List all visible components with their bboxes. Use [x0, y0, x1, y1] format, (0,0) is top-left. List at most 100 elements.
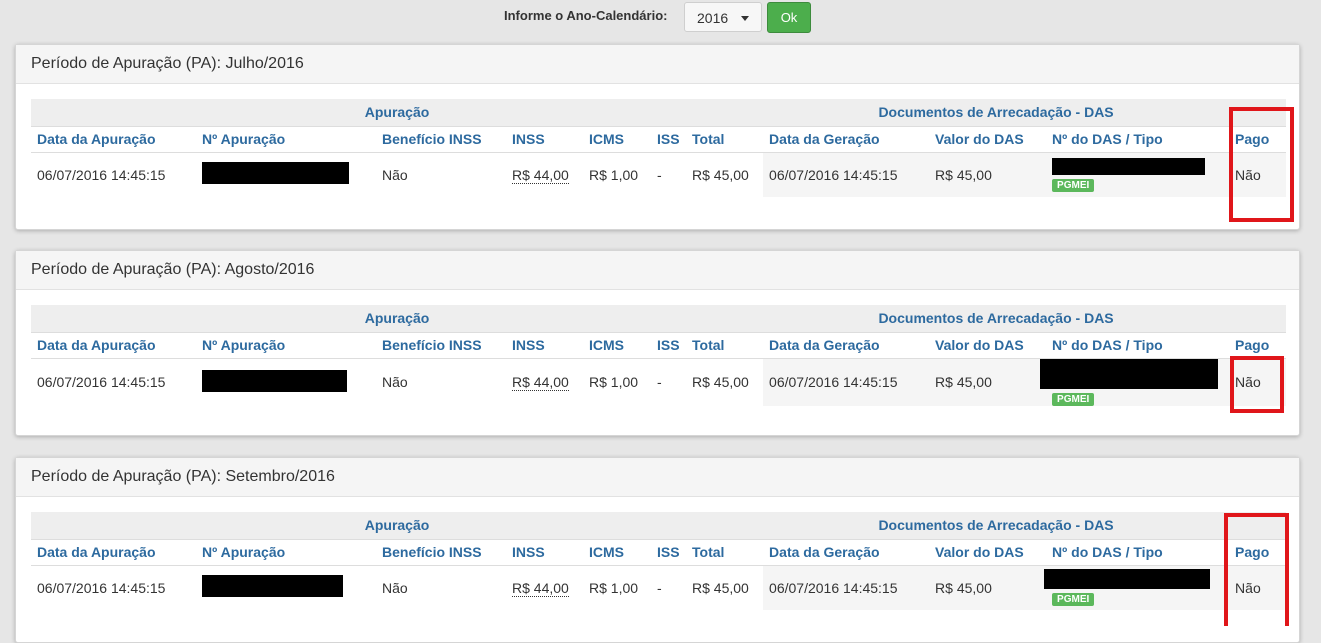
cell-inss[interactable]: R$ 44,00	[506, 357, 583, 406]
col-num-das-tipo: Nº do DAS / Tipo	[1046, 331, 1230, 358]
cell-data-apuracao: 06/07/2016 14:45:15	[31, 151, 196, 197]
table-row: 06/07/2016 14:45:15 Não R$ 44,00 R$ 1,00…	[31, 357, 1287, 406]
redacted-block	[1052, 157, 1206, 175]
caret-down-icon	[741, 16, 749, 21]
inss-value-link[interactable]: R$ 44,00	[512, 579, 569, 597]
table-row: 06/07/2016 14:45:15 Não R$ 44,00 R$ 1,00…	[31, 564, 1287, 610]
col-pago: Pago	[1229, 538, 1287, 565]
col-valor-das: Valor do DAS	[929, 125, 1047, 152]
year-select[interactable]: 2016	[684, 2, 762, 32]
col-data-apuracao: Data da Apuração	[31, 125, 196, 152]
col-total: Total	[686, 538, 764, 565]
col-beneficio-inss: Benefício INSS	[376, 538, 506, 565]
cell-num-das-tipo: PGMEI	[1040, 357, 1230, 406]
inss-value-link[interactable]: R$ 44,00	[512, 166, 569, 184]
col-beneficio-inss: Benefício INSS	[376, 125, 506, 152]
cell-iss: -	[651, 151, 686, 197]
col-data-geracao: Data da Geração	[763, 125, 930, 152]
cell-icms: R$ 1,00	[583, 357, 651, 406]
col-pago: Pago	[1229, 331, 1287, 358]
pgmei-badge: PGMEI	[1052, 392, 1095, 406]
column-header-row: Data da Apuração Nº Apuração Benefício I…	[31, 331, 1287, 358]
cell-beneficio-inss: Não	[376, 564, 506, 610]
cell-data-geracao: 06/07/2016 14:45:15	[763, 564, 930, 610]
table-row: 06/07/2016 14:45:15 Não R$ 44,00 R$ 1,00…	[31, 151, 1287, 197]
apuracao-table: Apuração Documentos de Arrecadação - DAS…	[31, 99, 1287, 197]
cell-valor-das: R$ 45,00	[929, 357, 1047, 406]
period-title: Período de Apuração (PA): Setembro/2016	[16, 458, 1299, 497]
cell-data-geracao: 06/07/2016 14:45:15	[763, 357, 930, 406]
cell-num-apuracao	[196, 357, 376, 406]
column-header-row: Data da Apuração Nº Apuração Benefício I…	[31, 125, 1287, 152]
col-num-apuracao: Nº Apuração	[196, 125, 376, 152]
col-pago: Pago	[1229, 125, 1287, 152]
cell-data-apuracao: 06/07/2016 14:45:15	[31, 357, 196, 406]
period-title: Período de Apuração (PA): Agosto/2016	[16, 251, 1299, 290]
period-panel-agosto: Período de Apuração (PA): Agosto/2016 Ap…	[15, 250, 1300, 436]
group-header-row: Apuração Documentos de Arrecadação - DAS	[31, 99, 1287, 126]
redacted-block	[202, 162, 349, 185]
redacted-block	[202, 575, 343, 598]
group-apuracao: Apuração	[31, 99, 764, 126]
cell-pago: Não	[1229, 151, 1287, 197]
cell-icms: R$ 1,00	[583, 151, 651, 197]
col-num-das-tipo: Nº do DAS / Tipo	[1046, 538, 1230, 565]
apuracao-table: Apuração Documentos de Arrecadação - DAS…	[31, 305, 1287, 406]
redacted-block	[202, 369, 347, 392]
col-beneficio-inss: Benefício INSS	[376, 331, 506, 358]
cell-num-apuracao	[196, 151, 376, 197]
cell-data-geracao: 06/07/2016 14:45:15	[763, 151, 930, 197]
cell-inss[interactable]: R$ 44,00	[506, 564, 583, 610]
group-header-row: Apuração Documentos de Arrecadação - DAS	[31, 512, 1287, 539]
cell-num-das-tipo: PGMEI	[1046, 151, 1230, 197]
cell-inss[interactable]: R$ 44,00	[506, 151, 583, 197]
group-das: Documentos de Arrecadação - DAS	[763, 512, 1230, 539]
cell-icms: R$ 1,00	[583, 564, 651, 610]
ok-button[interactable]: Ok	[767, 2, 811, 33]
cell-total: R$ 45,00	[686, 151, 764, 197]
col-iss: ISS	[651, 331, 686, 358]
redacted-block	[1040, 358, 1219, 389]
group-pago-empty	[1229, 99, 1287, 126]
group-pago-empty	[1229, 512, 1287, 539]
inss-value-link[interactable]: R$ 44,00	[512, 374, 569, 391]
cell-iss: -	[651, 564, 686, 610]
column-header-row: Data da Apuração Nº Apuração Benefício I…	[31, 538, 1287, 565]
col-inss: INSS	[506, 125, 583, 152]
redacted-block	[1044, 569, 1211, 590]
col-data-geracao: Data da Geração	[763, 538, 930, 565]
col-data-geracao: Data da Geração	[763, 331, 930, 358]
col-num-apuracao: Nº Apuração	[196, 331, 376, 358]
group-apuracao: Apuração	[31, 305, 764, 332]
group-pago-empty	[1229, 305, 1287, 332]
col-iss: ISS	[651, 538, 686, 565]
year-label: Informe o Ano-Calendário:	[504, 8, 668, 23]
cell-pago: Não	[1229, 564, 1287, 610]
col-total: Total	[686, 331, 764, 358]
cell-total: R$ 45,00	[686, 564, 764, 610]
cell-valor-das: R$ 45,00	[929, 151, 1047, 197]
col-total: Total	[686, 125, 764, 152]
col-num-das-tipo: Nº do DAS / Tipo	[1046, 125, 1230, 152]
col-icms: ICMS	[583, 331, 651, 358]
pgmei-badge: PGMEI	[1052, 593, 1095, 607]
cell-total: R$ 45,00	[686, 357, 764, 406]
cell-beneficio-inss: Não	[376, 357, 506, 406]
group-das: Documentos de Arrecadação - DAS	[763, 305, 1230, 332]
cell-pago: Não	[1229, 357, 1287, 406]
cell-beneficio-inss: Não	[376, 151, 506, 197]
cell-num-apuracao	[196, 564, 376, 610]
period-title: Período de Apuração (PA): Julho/2016	[16, 45, 1299, 84]
cell-num-das-tipo: PGMEI	[1044, 564, 1230, 610]
year-filter-bar: Informe o Ano-Calendário: 2016 Ok	[0, 0, 1321, 38]
col-data-apuracao: Data da Apuração	[31, 538, 196, 565]
group-das: Documentos de Arrecadação - DAS	[763, 99, 1230, 126]
col-icms: ICMS	[583, 125, 651, 152]
col-valor-das: Valor do DAS	[929, 538, 1047, 565]
group-apuracao: Apuração	[31, 512, 764, 539]
col-num-apuracao: Nº Apuração	[196, 538, 376, 565]
pgmei-badge: PGMEI	[1052, 178, 1095, 192]
period-panel-setembro: Período de Apuração (PA): Setembro/2016 …	[15, 457, 1300, 643]
cell-data-apuracao: 06/07/2016 14:45:15	[31, 564, 196, 610]
col-data-apuracao: Data da Apuração	[31, 331, 196, 358]
